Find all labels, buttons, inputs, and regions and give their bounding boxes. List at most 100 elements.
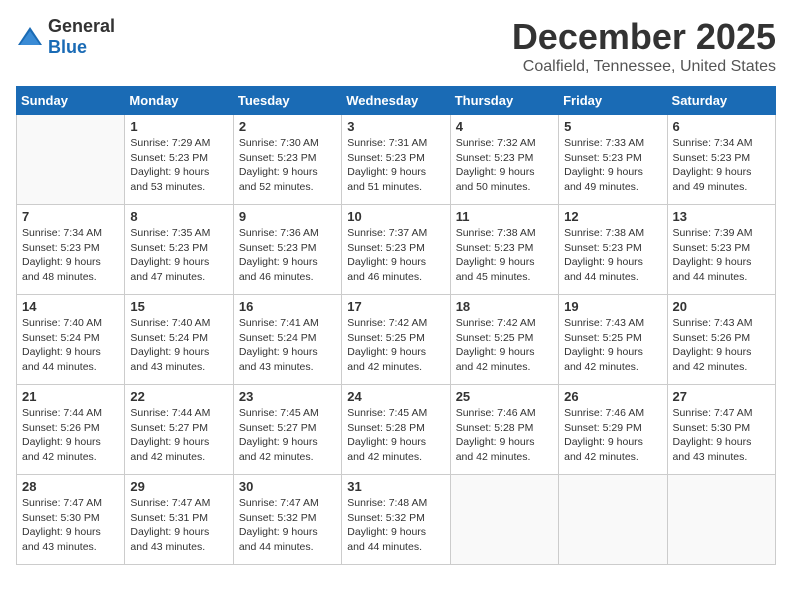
day-info: Sunrise: 7:38 AMSunset: 5:23 PMDaylight:… (564, 226, 661, 285)
day-number: 31 (347, 479, 444, 494)
day-info: Sunrise: 7:32 AMSunset: 5:23 PMDaylight:… (456, 136, 553, 195)
day-info: Sunrise: 7:47 AMSunset: 5:31 PMDaylight:… (130, 496, 227, 555)
day-info: Sunrise: 7:37 AMSunset: 5:23 PMDaylight:… (347, 226, 444, 285)
day-number: 22 (130, 389, 227, 404)
day-number: 10 (347, 209, 444, 224)
calendar-cell: 23Sunrise: 7:45 AMSunset: 5:27 PMDayligh… (233, 385, 341, 475)
day-number: 3 (347, 119, 444, 134)
day-info: Sunrise: 7:38 AMSunset: 5:23 PMDaylight:… (456, 226, 553, 285)
calendar-cell: 4Sunrise: 7:32 AMSunset: 5:23 PMDaylight… (450, 115, 558, 205)
day-info: Sunrise: 7:47 AMSunset: 5:32 PMDaylight:… (239, 496, 336, 555)
calendar-cell: 18 Sunrise: 7:42 AMSunset: 5:25 PMDayligh… (450, 295, 558, 385)
title-area: December 2025 Coalfield, Tennessee, Unit… (512, 16, 776, 76)
day-number: 15 (130, 299, 227, 314)
calendar-cell: 19Sunrise: 7:43 AMSunset: 5:25 PMDayligh… (559, 295, 667, 385)
calendar-cell: 16 Sunrise: 7:41 AMSunset: 5:24 PMDayligh… (233, 295, 341, 385)
day-number: 30 (239, 479, 336, 494)
day-number: 2 (239, 119, 336, 134)
day-info: Sunrise: 7:34 AMSunset: 5:23 PMDaylight:… (22, 226, 119, 285)
day-info: Sunrise: 7:36 AMSunset: 5:23 PMDaylight:… (239, 226, 336, 285)
calendar-cell: 8 Sunrise: 7:35 AMSunset: 5:23 PMDaylight… (125, 205, 233, 295)
day-info: Sunrise: 7:47 AMSunset: 5:30 PMDaylight:… (673, 406, 770, 465)
day-info: Sunrise: 7:39 AMSunset: 5:23 PMDaylight:… (673, 226, 770, 285)
day-info: Sunrise: 7:43 AMSunset: 5:25 PMDaylight:… (564, 316, 661, 375)
calendar-cell: 12 Sunrise: 7:38 AMSunset: 5:23 PMDayligh… (559, 205, 667, 295)
day-number: 17 (347, 299, 444, 314)
day-number: 12 (564, 209, 661, 224)
day-number: 8 (130, 209, 227, 224)
calendar-cell: 27 Sunrise: 7:47 AMSunset: 5:30 PMDayligh… (667, 385, 775, 475)
month-title: December 2025 (512, 16, 776, 58)
day-info: Sunrise: 7:29 AMSunset: 5:23 PMDaylight:… (130, 136, 227, 195)
calendar-cell: 20 Sunrise: 7:43 AMSunset: 5:26 PMDayligh… (667, 295, 775, 385)
calendar-cell (450, 475, 558, 565)
day-info: Sunrise: 7:41 AMSunset: 5:24 PMDaylight:… (239, 316, 336, 375)
calendar-cell: 25Sunrise: 7:46 AMSunset: 5:28 PMDayligh… (450, 385, 558, 475)
calendar-cell: 29 Sunrise: 7:47 AMSunset: 5:31 PMDayligh… (125, 475, 233, 565)
calendar-cell: 13 Sunrise: 7:39 AMSunset: 5:23 PMDayligh… (667, 205, 775, 295)
week-row-5: 28Sunrise: 7:47 AMSunset: 5:30 PMDayligh… (17, 475, 776, 565)
calendar-cell: 26 Sunrise: 7:46 AMSunset: 5:29 PMDayligh… (559, 385, 667, 475)
day-info: Sunrise: 7:44 AMSunset: 5:27 PMDaylight:… (130, 406, 227, 465)
day-info: Sunrise: 7:42 AMSunset: 5:25 PMDaylight:… (456, 316, 553, 375)
day-headers-row: SundayMondayTuesdayWednesdayThursdayFrid… (17, 87, 776, 115)
day-number: 29 (130, 479, 227, 494)
week-row-1: 1 Sunrise: 7:29 AMSunset: 5:23 PMDaylight… (17, 115, 776, 205)
day-info: Sunrise: 7:34 AMSunset: 5:23 PMDaylight:… (673, 136, 770, 195)
calendar-cell: 2Sunrise: 7:30 AMSunset: 5:23 PMDaylight… (233, 115, 341, 205)
calendar-body: 1 Sunrise: 7:29 AMSunset: 5:23 PMDaylight… (17, 115, 776, 565)
day-info: Sunrise: 7:47 AMSunset: 5:30 PMDaylight:… (22, 496, 119, 555)
calendar-cell: 6 Sunrise: 7:34 AMSunset: 5:23 PMDaylight… (667, 115, 775, 205)
week-row-3: 14 Sunrise: 7:40 AMSunset: 5:24 PMDayligh… (17, 295, 776, 385)
calendar-cell: 9 Sunrise: 7:36 AMSunset: 5:23 PMDaylight… (233, 205, 341, 295)
day-number: 1 (130, 119, 227, 134)
page-header: General Blue December 2025 Coalfield, Te… (16, 16, 776, 76)
calendar-cell: 22 Sunrise: 7:44 AMSunset: 5:27 PMDayligh… (125, 385, 233, 475)
day-number: 23 (239, 389, 336, 404)
day-number: 11 (456, 209, 553, 224)
day-number: 21 (22, 389, 119, 404)
day-header-wednesday: Wednesday (342, 87, 450, 115)
day-number: 16 (239, 299, 336, 314)
week-row-4: 21Sunrise: 7:44 AMSunset: 5:26 PMDayligh… (17, 385, 776, 475)
day-info: Sunrise: 7:31 AMSunset: 5:23 PMDaylight:… (347, 136, 444, 195)
day-number: 20 (673, 299, 770, 314)
day-number: 7 (22, 209, 119, 224)
day-info: Sunrise: 7:42 AMSunset: 5:25 PMDaylight:… (347, 316, 444, 375)
day-info: Sunrise: 7:40 AMSunset: 5:24 PMDaylight:… (130, 316, 227, 375)
calendar-cell (667, 475, 775, 565)
logo: General Blue (16, 16, 115, 58)
day-header-friday: Friday (559, 87, 667, 115)
day-number: 6 (673, 119, 770, 134)
day-info: Sunrise: 7:40 AMSunset: 5:24 PMDaylight:… (22, 316, 119, 375)
day-info: Sunrise: 7:46 AMSunset: 5:29 PMDaylight:… (564, 406, 661, 465)
calendar-cell: 15 Sunrise: 7:40 AMSunset: 5:24 PMDayligh… (125, 295, 233, 385)
day-number: 5 (564, 119, 661, 134)
day-number: 13 (673, 209, 770, 224)
calendar-cell: 28Sunrise: 7:47 AMSunset: 5:30 PMDayligh… (17, 475, 125, 565)
calendar-table: SundayMondayTuesdayWednesdayThursdayFrid… (16, 86, 776, 565)
day-number: 24 (347, 389, 444, 404)
day-header-sunday: Sunday (17, 87, 125, 115)
calendar-cell: 17 Sunrise: 7:42 AMSunset: 5:25 PMDayligh… (342, 295, 450, 385)
logo-icon (16, 25, 44, 49)
day-number: 9 (239, 209, 336, 224)
day-header-saturday: Saturday (667, 87, 775, 115)
day-header-tuesday: Tuesday (233, 87, 341, 115)
location-title: Coalfield, Tennessee, United States (512, 58, 776, 76)
day-number: 14 (22, 299, 119, 314)
day-number: 26 (564, 389, 661, 404)
day-info: Sunrise: 7:43 AMSunset: 5:26 PMDaylight:… (673, 316, 770, 375)
calendar-cell: 24Sunrise: 7:45 AMSunset: 5:28 PMDayligh… (342, 385, 450, 475)
week-row-2: 7 Sunrise: 7:34 AMSunset: 5:23 PMDaylight… (17, 205, 776, 295)
calendar-cell: 10 Sunrise: 7:37 AMSunset: 5:23 PMDayligh… (342, 205, 450, 295)
day-number: 27 (673, 389, 770, 404)
calendar-cell: 5Sunrise: 7:33 AMSunset: 5:23 PMDaylight… (559, 115, 667, 205)
calendar-cell: 14 Sunrise: 7:40 AMSunset: 5:24 PMDayligh… (17, 295, 125, 385)
calendar-cell (17, 115, 125, 205)
day-number: 25 (456, 389, 553, 404)
logo-text-general: General (48, 16, 115, 36)
calendar-cell: 11 Sunrise: 7:38 AMSunset: 5:23 PMDayligh… (450, 205, 558, 295)
day-number: 18 (456, 299, 553, 314)
day-info: Sunrise: 7:35 AMSunset: 5:23 PMDaylight:… (130, 226, 227, 285)
